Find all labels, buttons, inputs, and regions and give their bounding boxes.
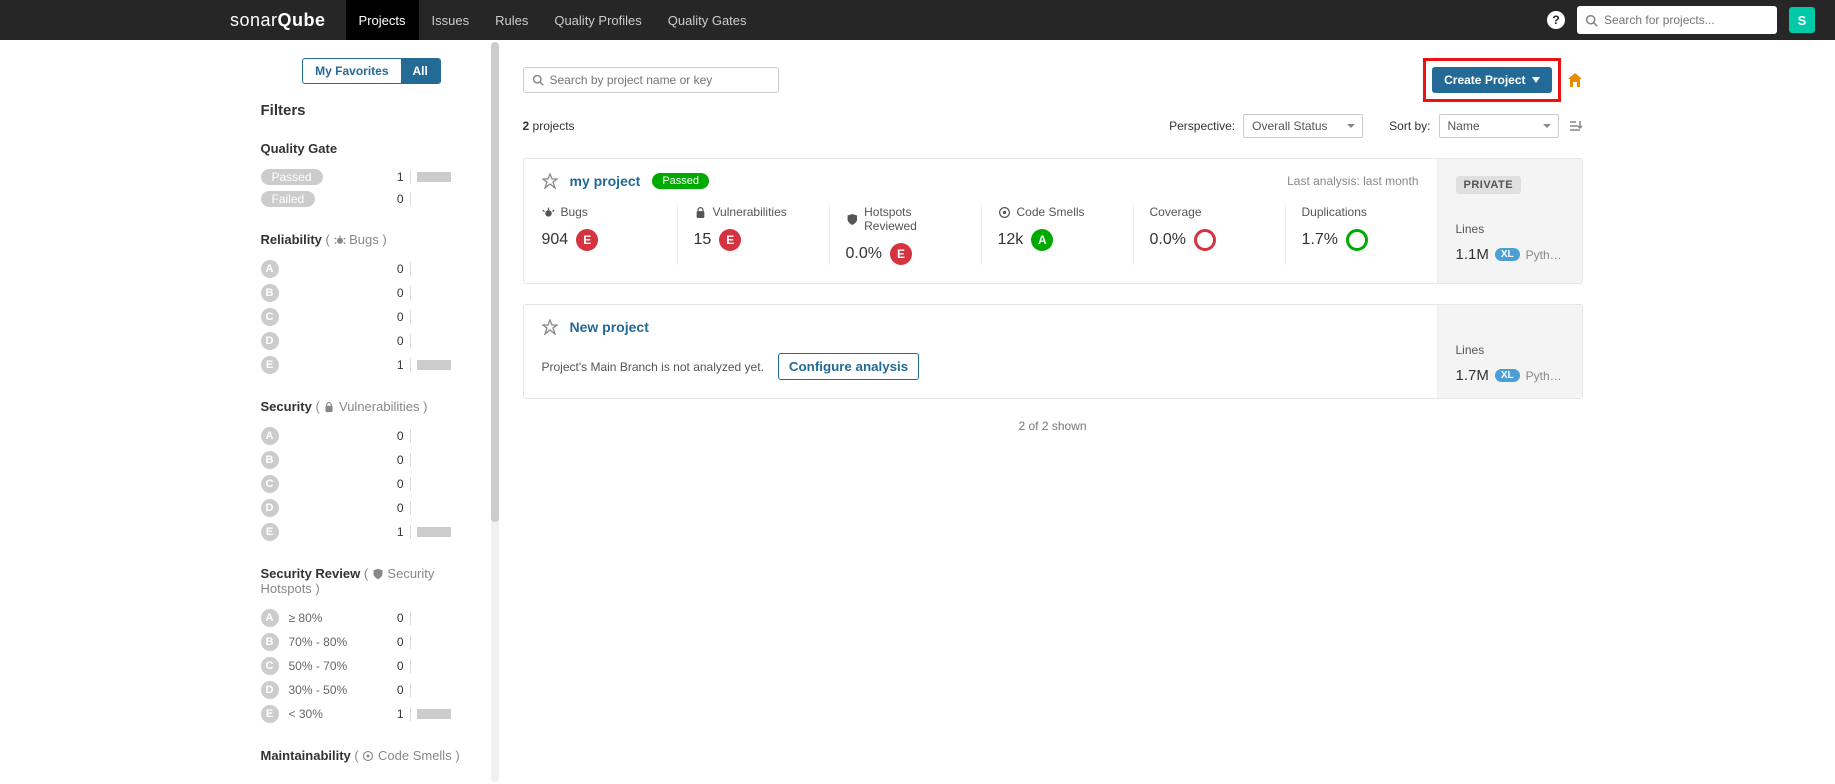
filter-reliability-d[interactable]: D0 xyxy=(261,329,483,353)
last-analysis-text: Last analysis: last month xyxy=(1287,174,1418,188)
project-card: my project Passed Last analysis: last mo… xyxy=(523,158,1583,284)
project-search-input[interactable] xyxy=(550,73,770,87)
project-name-link[interactable]: New project xyxy=(570,319,649,335)
filter-security-b[interactable]: B0 xyxy=(261,448,483,472)
rating-badge: E xyxy=(890,243,912,265)
filter-security-e[interactable]: E1 xyxy=(261,520,483,544)
sortby-label: Sort by: xyxy=(1389,119,1430,133)
global-search-input[interactable] xyxy=(1604,13,1769,27)
bug-icon xyxy=(334,234,346,246)
rating-badge: E xyxy=(576,229,598,251)
project-name-link[interactable]: my project xyxy=(570,173,641,189)
metric-bugs[interactable]: Bugs 904E xyxy=(542,205,678,265)
rating-badge: A xyxy=(1031,229,1053,251)
filters-sidebar: My Favorites All Filters Quality Gate Pa… xyxy=(253,40,491,782)
metric-code-smells[interactable]: Code Smells 12kA xyxy=(982,205,1134,265)
metric-coverage[interactable]: Coverage 0.0% xyxy=(1134,205,1286,265)
global-header: sonarQube Projects Issues Rules Quality … xyxy=(0,0,1835,40)
shield-icon xyxy=(846,213,859,226)
main-content: Create Project 2 projects Perspective: O… xyxy=(499,40,1583,782)
nav-quality-gates[interactable]: Quality Gates xyxy=(655,0,760,40)
filter-security-c[interactable]: C0 xyxy=(261,472,483,496)
project-card: New project Project's Main Branch is not… xyxy=(523,304,1583,399)
rating-badge: E xyxy=(719,229,741,251)
filter-reliability-e[interactable]: E1 xyxy=(261,353,483,377)
filter-maintainability-title: Maintainability ( Code Smells ) xyxy=(261,748,483,763)
passed-pill: Passed xyxy=(261,169,323,185)
nav-projects[interactable]: Projects xyxy=(346,0,419,40)
create-project-button[interactable]: Create Project xyxy=(1432,67,1551,93)
nav-rules[interactable]: Rules xyxy=(482,0,541,40)
filter-qg-failed[interactable]: Failed 0 xyxy=(261,188,483,210)
tab-my-favorites[interactable]: My Favorites xyxy=(303,59,400,83)
filter-secrev-e[interactable]: E< 30%1 xyxy=(261,702,483,726)
global-search[interactable] xyxy=(1577,6,1777,34)
help-icon[interactable]: ? xyxy=(1547,11,1565,29)
nav-issues[interactable]: Issues xyxy=(419,0,483,40)
filter-quality-gate-title: Quality Gate xyxy=(261,141,483,156)
results-footer: 2 of 2 shown xyxy=(523,419,1583,433)
visibility-panel: PRIVATE xyxy=(1437,159,1582,208)
logo: sonarQube xyxy=(230,10,326,31)
tab-all[interactable]: All xyxy=(401,59,440,83)
projects-count: 2 projects xyxy=(523,119,575,133)
metric-duplications[interactable]: Duplications 1.7% xyxy=(1286,205,1437,265)
filter-reliability-c[interactable]: C0 xyxy=(261,305,483,329)
favorite-star[interactable] xyxy=(542,173,558,189)
metric-hotspots[interactable]: Hotspots Reviewed 0.0%E xyxy=(830,205,982,265)
sort-direction-icon[interactable] xyxy=(1567,118,1583,134)
filter-secrev-b[interactable]: B70% - 80%0 xyxy=(261,630,483,654)
favorite-star[interactable] xyxy=(542,319,558,335)
perspective-label: Perspective: xyxy=(1169,119,1235,133)
filter-qg-passed[interactable]: Passed 1 xyxy=(261,166,483,188)
filter-secrev-a[interactable]: A≥ 80%0 xyxy=(261,606,483,630)
filter-security-title: Security ( Vulnerabilities ) xyxy=(261,399,483,414)
configure-analysis-button[interactable]: Configure analysis xyxy=(778,353,919,380)
lock-icon xyxy=(323,401,335,413)
coverage-ring-icon xyxy=(1194,229,1216,251)
home-icon[interactable] xyxy=(1567,72,1583,88)
sidebar-scrollbar[interactable] xyxy=(491,42,499,782)
filter-reliability-title: Reliability ( Bugs ) xyxy=(261,232,483,247)
search-icon xyxy=(1585,14,1598,27)
visibility-badge: PRIVATE xyxy=(1456,176,1522,194)
filter-secrev-d[interactable]: D30% - 50%0 xyxy=(261,678,483,702)
size-badge: XL xyxy=(1495,369,1520,382)
chevron-down-icon xyxy=(1532,77,1540,83)
lock-icon xyxy=(694,206,707,219)
bug-icon xyxy=(542,206,555,219)
filters-heading: Filters xyxy=(261,102,483,119)
quality-gate-badge: Passed xyxy=(652,173,709,189)
not-analyzed-text: Project's Main Branch is not analyzed ye… xyxy=(542,360,764,374)
filter-security-review-title: Security Review ( Security Hotspots ) xyxy=(261,566,483,596)
nav-quality-profiles[interactable]: Quality Profiles xyxy=(541,0,654,40)
user-avatar[interactable]: S xyxy=(1789,7,1815,33)
filter-security-a[interactable]: A0 xyxy=(261,424,483,448)
filter-reliability-a[interactable]: A0 xyxy=(261,257,483,281)
create-project-highlight: Create Project xyxy=(1423,58,1560,102)
filter-reliability-b[interactable]: B0 xyxy=(261,281,483,305)
scrollbar-thumb[interactable] xyxy=(491,42,499,522)
failed-pill: Failed xyxy=(261,191,316,207)
lines-panel: Lines 1.7M XL Python, ... xyxy=(1437,305,1582,398)
code-smell-icon xyxy=(998,206,1011,219)
global-nav: Projects Issues Rules Quality Profiles Q… xyxy=(346,0,760,40)
metric-vulnerabilities[interactable]: Vulnerabilities 15E xyxy=(678,205,830,265)
sidebar-tabs: My Favorites All xyxy=(302,58,441,84)
perspective-select[interactable]: Overall Status xyxy=(1243,114,1363,138)
lines-panel: Lines 1.1M XL Python, ... xyxy=(1437,208,1582,283)
project-search[interactable] xyxy=(523,67,779,93)
search-icon xyxy=(532,74,544,86)
size-badge: XL xyxy=(1495,248,1520,261)
code-smell-icon xyxy=(362,750,374,762)
filter-security-d[interactable]: D0 xyxy=(261,496,483,520)
duplication-ring-icon xyxy=(1346,229,1368,251)
shield-icon xyxy=(372,568,384,580)
sortby-select[interactable]: Name xyxy=(1439,114,1559,138)
filter-secrev-c[interactable]: C50% - 70%0 xyxy=(261,654,483,678)
